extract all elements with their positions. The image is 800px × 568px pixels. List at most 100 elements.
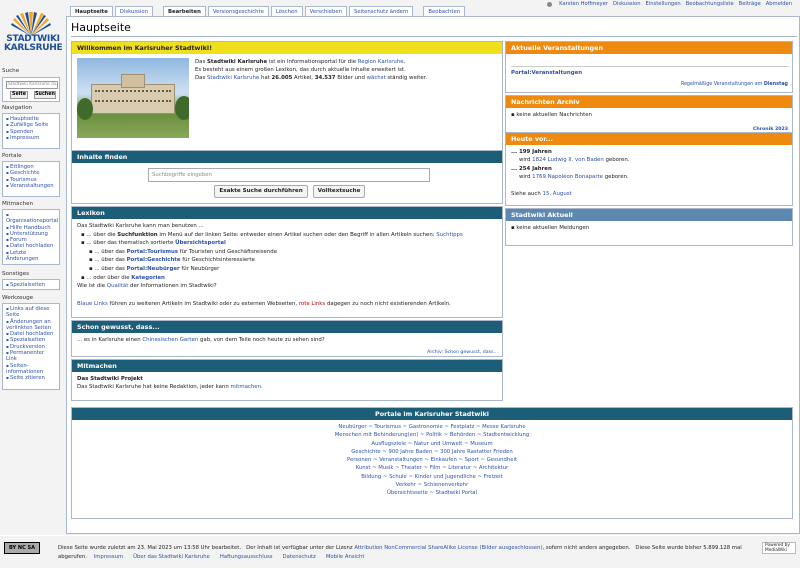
werkzeuge-heading: Werkzeuge — [2, 295, 34, 301]
inhalte-search-input[interactable]: Suchbegriffe eingeben — [148, 168, 430, 182]
portal-line[interactable]: Menschen mit Behinderung(en) ~ Politik ~… — [72, 431, 792, 439]
site-logo[interactable]: STADTWIKI KARLSRUHE — [4, 10, 63, 54]
list-item: ▪ ... über die Suchfunktion im Menü auf … — [81, 231, 463, 238]
mitmachen-portlet: Organisationsportal Hilfe Handbuch Unter… — [2, 209, 60, 265]
dienstag-link[interactable]: Dienstag — [764, 82, 788, 87]
tab-versionsgeschichte[interactable]: Versionsgeschichte — [207, 6, 269, 16]
tab-seitenschutz[interactable]: Seitenschutz ändern — [349, 6, 414, 16]
schon-gewusst-box: Schon gewusst, dass... ... es in Karlsru… — [71, 320, 503, 357]
watchlist-link[interactable]: Beobachtungsliste — [686, 1, 734, 7]
list-item: ▪ ... über das Portal:Neubürger für Neub… — [89, 265, 220, 272]
tab-bearbeiten[interactable]: Bearbeiten — [162, 6, 206, 16]
logo-text-line2: KARLSRUHE — [4, 43, 63, 53]
event-1: wird 1824 Ludwig II. von Baden geboren. — [519, 157, 630, 164]
portal-tourismus-link[interactable]: Portal:Tourismus — [127, 249, 178, 255]
portal-line[interactable]: Personen ~ Veranstaltungen ~ Einkaufen ~… — [72, 456, 792, 464]
tool-permalink[interactable]: Permanenter Link — [6, 350, 56, 363]
search-heading: Suche — [2, 68, 20, 74]
portal-line[interactable]: Neubürger ~ Tourismus ~ Gastronomie ~ Fe… — [72, 423, 792, 431]
tab-verschieben[interactable]: Verschieben — [304, 6, 347, 16]
tool-links-here[interactable]: Links auf diese Seite — [6, 306, 56, 319]
nachrichten-heading[interactable]: Nachrichten Archiv — [506, 96, 792, 108]
user-icon — [547, 1, 553, 7]
license-link[interactable]: Attribution NonCommercial ShareAlike Lic… — [354, 545, 477, 551]
tool-cite[interactable]: Seite zitieren — [6, 375, 56, 381]
tab-hauptseite[interactable]: Hauptseite — [70, 6, 113, 16]
sun-rays-logo-icon — [11, 12, 51, 36]
logout-link[interactable]: Abmelden — [766, 1, 792, 7]
tab-diskussion[interactable]: Diskussion — [114, 6, 153, 16]
preferences-link[interactable]: Einstellungen — [646, 1, 681, 7]
tool-page-info[interactable]: Seiten­informationen — [6, 363, 56, 376]
chinesischer-garten-link[interactable]: Chinesischen Garten — [142, 337, 198, 343]
user-link[interactable]: Karsten Hoffmeyer — [559, 1, 608, 7]
search-input[interactable]: Stadtwiki Karlsruhe du — [6, 81, 58, 89]
footer-privacy-link[interactable]: Datenschutz — [283, 553, 316, 562]
stadtwiki-link[interactable]: Stadtwiki Karlsruhe — [207, 75, 259, 81]
schon-gewusst-archive-link[interactable]: Archiv: Schon gewusst, dass... — [427, 350, 498, 355]
tab-loeschen[interactable]: Löschen — [270, 6, 303, 16]
footer-disclaimer-link[interactable]: Haftungsausschluss — [220, 553, 273, 562]
welcome-line1: Das Stadtwiki Karlsruhe ist ein Informat… — [195, 59, 406, 65]
portale-portlet: Ettlingen Geschichte Tourismus Veranstal… — [2, 161, 60, 197]
page-tabs: Hauptseite Diskussion Bearbeiten Version… — [70, 6, 466, 16]
search-button[interactable]: Suchen — [34, 91, 56, 99]
footer-links: abgerufen. Impressum Über das Stadtwiki … — [58, 553, 365, 562]
footer-about-link[interactable]: Über das Stadtwiki Karlsruhe — [133, 553, 210, 562]
portal-line[interactable]: Übersichtsseite ~ Stadtwiki Portal — [72, 489, 792, 497]
list-item: ▪ ... über das Portal:Tourismus für Tour… — [89, 248, 278, 255]
suchtipps-link[interactable]: Suchtipps — [436, 232, 462, 238]
go-button[interactable]: Seite — [10, 91, 28, 99]
fulltext-search-button[interactable]: Volltextsuche — [313, 185, 365, 198]
date-link[interactable]: 15. August — [543, 191, 572, 197]
event-2: wird 1769 Napoléon Bonaparte geboren. — [519, 174, 629, 181]
list-item: ▪ ... über das Portal:Geschichte für Ges… — [89, 257, 255, 264]
sidebar-item-datei-hochladen[interactable]: Datei hochladen — [6, 243, 56, 249]
napoleon-link[interactable]: Napoléon Bonaparte — [548, 174, 603, 180]
portal-line[interactable]: Ausflugsziele ~ Natur und Umwelt ~ Museu… — [72, 440, 792, 448]
portal-line[interactable]: Bildung ~ Schule ~ Kinder und Jugendlich… — [72, 473, 792, 481]
portal-neubuerger-link[interactable]: Portal:Neubürger — [127, 266, 180, 272]
schon-gewusst-heading: Schon gewusst, dass... — [72, 321, 502, 333]
portal-line[interactable]: Verkehr ~ Schienenverkehr — [72, 481, 792, 489]
welcome-line2: Es besteht aus einem großen Lexikon, das… — [195, 67, 406, 73]
cc-license-icon[interactable]: BY NC SA — [4, 542, 40, 554]
sidebar-item-organisationsportal[interactable]: Organisationsportal — [6, 212, 58, 225]
uebersichtsportal-link[interactable]: Übersichtsportal — [175, 240, 226, 246]
welcome-line3: Das Stadtwiki Karlsruhe hat 26.005 Artik… — [195, 75, 428, 81]
tool-related-changes[interactable]: Änderungen an verlinkten Seiten — [6, 319, 56, 332]
list-item: ▪ ... oder über die Kategorien — [81, 274, 165, 281]
waechst-link[interactable]: wächst — [367, 75, 386, 81]
contributions-link[interactable]: Beiträge — [739, 1, 761, 7]
inhalte-heading: Inhalte finden — [72, 151, 502, 163]
footer-impressum-link[interactable]: Impressum — [94, 553, 123, 562]
footer-mobile-link[interactable]: Mobile Ansicht — [326, 553, 365, 562]
mitmachen-box: Mitmachen Das Stadtwiki Projekt Das Stad… — [71, 359, 503, 401]
sidebar-item-letzte-aenderungen[interactable]: Letzte Änderungen — [6, 250, 56, 263]
qualitaet-link[interactable]: Qualität — [107, 283, 129, 289]
region-link[interactable]: Region Karlsruhe — [358, 59, 404, 65]
nachrichten-item: ▪ keine aktuellen Nachrichten — [511, 112, 592, 118]
schloss-image[interactable] — [77, 58, 189, 138]
welcome-heading: Willkommen im Karlsruher Stadtwiki! — [72, 42, 502, 54]
portal-geschichte-link[interactable]: Portal:Geschichte — [127, 257, 181, 263]
exact-search-button[interactable]: Exakte Suche durchführen — [214, 185, 308, 198]
portale-box-heading: Portale im Karlsruher Stadtwiki — [72, 408, 792, 420]
sidebar-item-hilfe[interactable]: Hilfe Handbuch — [6, 225, 56, 231]
navigation-portlet: Hauptseite Zufällige Seite Spenden Impre… — [2, 113, 60, 149]
portal-line[interactable]: Geschichte ~ 900 Jahre Baden ~ 300 Jahre… — [72, 448, 792, 456]
mitmachen-link[interactable]: mitmachen. — [230, 384, 262, 390]
tab-beobachten[interactable]: Beobachten — [423, 6, 466, 16]
regular-events-line: Regelmäßige Veranstaltungen am Dienstag — [680, 82, 788, 87]
ludwig-link[interactable]: Ludwig II. von Baden — [548, 157, 604, 163]
sidebar-item-impressum[interactable]: Impressum — [6, 135, 56, 141]
kategorien-link[interactable]: Kategorien — [131, 275, 165, 281]
portal-line[interactable]: Kunst ~ Musik ~ Theater ~ Film ~ Literat… — [72, 464, 792, 472]
sidebar-item-veranstaltungen[interactable]: Veranstaltungen — [6, 183, 56, 189]
mediawiki-badge-icon[interactable]: Powered by MediaWiki — [762, 542, 796, 554]
years-ago-1: ... 199 Jahren — [511, 149, 552, 155]
links-legend: Blaue Links führen zu weiteren Artikeln … — [77, 300, 451, 307]
talk-link[interactable]: Diskussion — [613, 1, 641, 7]
portal-veranstaltungen-link[interactable]: Portal:Veranstaltungen — [511, 70, 582, 76]
sidebar-item-spezialseiten[interactable]: Spezialseiten — [6, 282, 56, 288]
